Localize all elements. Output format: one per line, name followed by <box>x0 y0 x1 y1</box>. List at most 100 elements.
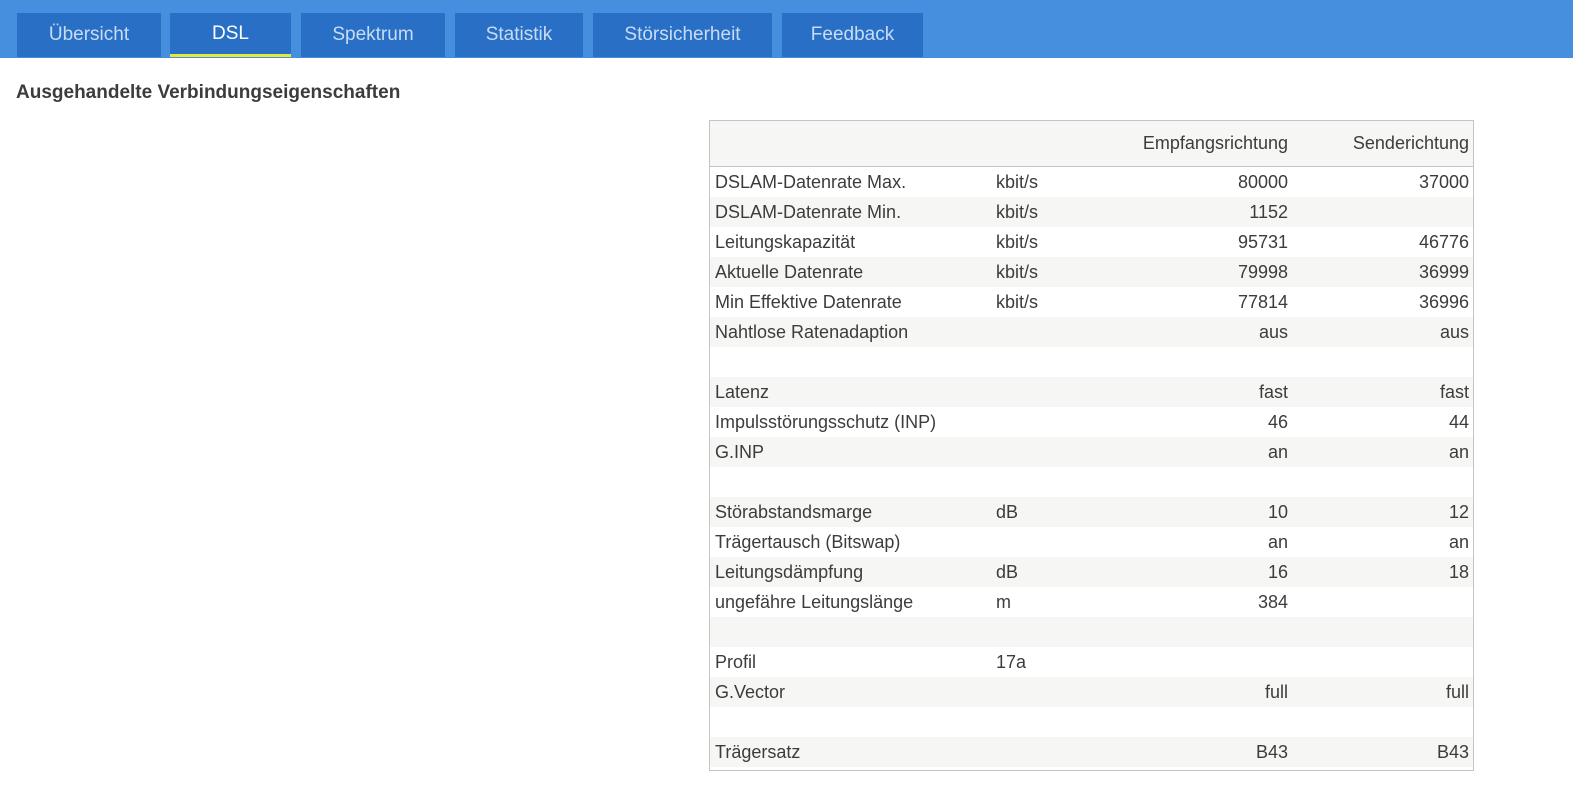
row-unit: dB <box>996 497 1124 527</box>
row-unit <box>996 617 1124 647</box>
header-unit <box>996 121 1124 167</box>
row-label <box>710 707 996 737</box>
row-downstream-value: 16 <box>1124 557 1288 587</box>
row-unit: dB <box>996 557 1124 587</box>
row-label: Trägertausch (Bitswap) <box>710 527 996 557</box>
row-downstream-value <box>1124 617 1288 647</box>
row-upstream-value: full <box>1288 677 1473 707</box>
row-label: Aktuelle Datenrate <box>710 257 996 287</box>
table-row: Latenz fast fast <box>710 377 1473 407</box>
tab-stoersicherheit[interactable]: Störsicherheit <box>593 13 772 57</box>
header-label <box>710 121 996 167</box>
row-upstream-value: 36996 <box>1288 287 1473 317</box>
row-upstream-value: fast <box>1288 377 1473 407</box>
table-header: Empfangsrichtung Senderichtung <box>710 121 1473 167</box>
row-label: DSLAM-Datenrate Min. <box>710 197 996 227</box>
row-unit: m <box>996 587 1124 617</box>
row-label <box>710 617 996 647</box>
table-spacer-row <box>710 467 1473 497</box>
row-unit <box>996 707 1124 737</box>
row-label <box>710 347 996 377</box>
tab-label: Spektrum <box>332 24 414 45</box>
table-spacer-row <box>710 617 1473 647</box>
row-label: ungefähre Leitungslänge <box>710 587 996 617</box>
row-upstream-value: 36999 <box>1288 257 1473 287</box>
row-unit: kbit/s <box>996 227 1124 257</box>
tab-feedback[interactable]: Feedback <box>782 13 923 57</box>
table-row: Leitungsdämpfung dB 16 18 <box>710 557 1473 587</box>
tab-label: Störsicherheit <box>624 24 741 45</box>
table-header-row: Empfangsrichtung Senderichtung <box>710 121 1473 167</box>
row-label: Leitungsdämpfung <box>710 557 996 587</box>
row-label: Profil <box>710 647 996 677</box>
row-label: Störabstandsmarge <box>710 497 996 527</box>
table-row: G.INP an an <box>710 437 1473 467</box>
row-unit: kbit/s <box>996 257 1124 287</box>
row-upstream-value <box>1288 647 1473 677</box>
row-label: G.INP <box>710 437 996 467</box>
row-downstream-value: 77814 <box>1124 287 1288 317</box>
row-upstream-value <box>1288 617 1473 647</box>
tab-dsl[interactable]: DSL <box>170 13 291 57</box>
row-label: DSLAM-Datenrate Max. <box>710 166 996 197</box>
tab-statistik[interactable]: Statistik <box>455 13 583 57</box>
table-row: ungefähre Leitungslänge m 384 <box>710 587 1473 617</box>
row-unit: 17a <box>996 647 1124 677</box>
row-downstream-value <box>1124 707 1288 737</box>
table-row: DSLAM-Datenrate Min. kbit/s 1152 <box>710 197 1473 227</box>
table-row: Nahtlose Ratenadaption aus aus <box>710 317 1473 347</box>
row-upstream-value: 46776 <box>1288 227 1473 257</box>
row-unit <box>996 317 1124 347</box>
table-row: Min Effektive Datenrate kbit/s 77814 369… <box>710 287 1473 317</box>
row-upstream-value: 12 <box>1288 497 1473 527</box>
row-label: Trägersatz <box>710 737 996 767</box>
row-upstream-value: an <box>1288 527 1473 557</box>
row-upstream-value: 44 <box>1288 407 1473 437</box>
row-unit <box>996 527 1124 557</box>
row-label: Latenz <box>710 377 996 407</box>
row-label: Min Effektive Datenrate <box>710 287 996 317</box>
row-downstream-value: 80000 <box>1124 166 1288 197</box>
row-downstream-value: 384 <box>1124 587 1288 617</box>
row-downstream-value: aus <box>1124 317 1288 347</box>
header-downstream: Empfangsrichtung <box>1124 121 1288 167</box>
row-downstream-value <box>1124 467 1288 497</box>
table-row: DSLAM-Datenrate Max. kbit/s 80000 37000 <box>710 166 1473 197</box>
row-downstream-value: 95731 <box>1124 227 1288 257</box>
table-spacer-row <box>710 347 1473 377</box>
row-downstream-value: 10 <box>1124 497 1288 527</box>
row-unit: kbit/s <box>996 197 1124 227</box>
row-unit <box>996 377 1124 407</box>
tab-label: Statistik <box>485 24 553 45</box>
tab-uebersicht[interactable]: Übersicht <box>17 13 161 57</box>
row-upstream-value: an <box>1288 437 1473 467</box>
tab-spektrum[interactable]: Spektrum <box>301 13 445 57</box>
row-downstream-value: B43 <box>1124 737 1288 767</box>
row-unit <box>996 467 1124 497</box>
row-upstream-value: 18 <box>1288 557 1473 587</box>
row-downstream-value <box>1124 347 1288 377</box>
table-body: DSLAM-Datenrate Max. kbit/s 80000 37000 … <box>710 166 1473 767</box>
table-row: Leitungskapazität kbit/s 95731 46776 <box>710 227 1473 257</box>
row-unit <box>996 347 1124 377</box>
row-downstream-value: an <box>1124 527 1288 557</box>
row-label: Impulsstörungsschutz (INP) <box>710 407 996 437</box>
row-upstream-value <box>1288 587 1473 617</box>
row-upstream-value <box>1288 707 1473 737</box>
row-label: Nahtlose Ratenadaption <box>710 317 996 347</box>
table-spacer-row <box>710 707 1473 737</box>
row-downstream-value <box>1124 647 1288 677</box>
row-unit <box>996 677 1124 707</box>
row-unit: kbit/s <box>996 166 1124 197</box>
tab-label: Übersicht <box>48 24 130 45</box>
row-downstream-value: full <box>1124 677 1288 707</box>
row-downstream-value: 1152 <box>1124 197 1288 227</box>
tab-label: DSL <box>212 22 249 44</box>
table-row: Impulsstörungsschutz (INP) 46 44 <box>710 407 1473 437</box>
row-downstream-value: an <box>1124 437 1288 467</box>
top-navigation-bar: Übersicht DSL Spektrum Statistik Störsic… <box>0 0 1573 58</box>
tab-label: Feedback <box>810 24 895 45</box>
row-downstream-value: fast <box>1124 377 1288 407</box>
connection-properties-table-container: Empfangsrichtung Senderichtung DSLAM-Dat… <box>709 120 1474 771</box>
table-row: Profil 17a <box>710 647 1473 677</box>
